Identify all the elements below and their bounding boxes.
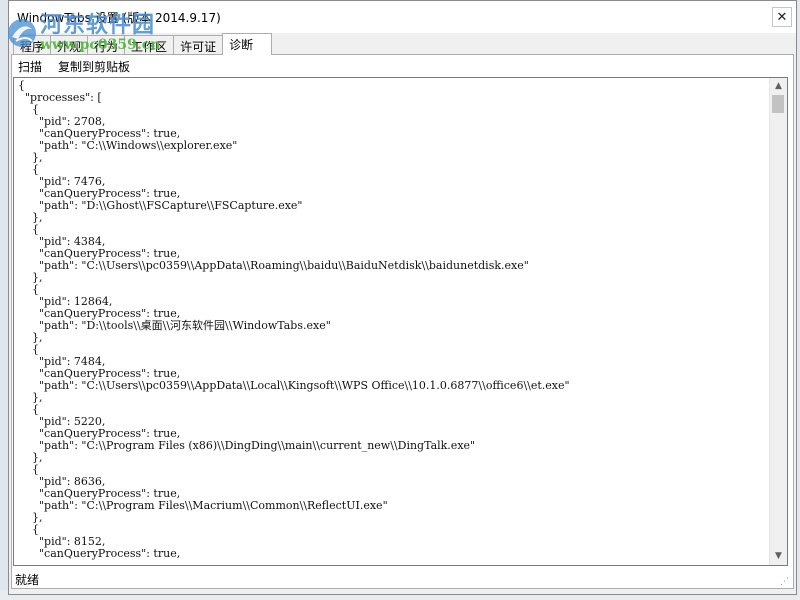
status-bar: 就绪 ⋰ [14, 569, 789, 588]
close-button[interactable]: ✕ [772, 7, 792, 27]
tab-strip: 程序 外观 行为 工作区 许可证 诊断 [13, 33, 273, 55]
chevron-down-icon[interactable]: ▼ [770, 548, 787, 565]
tab-programs[interactable]: 程序 [13, 35, 52, 55]
tab-diagnostics[interactable]: 诊断 [222, 33, 273, 55]
scan-button[interactable]: 扫描 [16, 57, 44, 76]
tab-appearance[interactable]: 外观 [50, 35, 89, 55]
title-bar[interactable]: WindowTabs 设置 (版本 2014.9.17) ✕ [9, 1, 796, 33]
vertical-scrollbar[interactable]: ▲ ▼ [769, 78, 787, 565]
tab-behavior[interactable]: 行为 [87, 35, 126, 55]
close-icon: ✕ [776, 9, 788, 25]
diagnostics-json-text: { "processes": [ { "pid": 2708, "canQuer… [18, 79, 570, 560]
diagnostics-toolbar: 扫描 复制到剪贴板 [16, 57, 132, 76]
copy-to-clipboard-button[interactable]: 复制到剪贴板 [56, 57, 132, 76]
status-text: 就绪 [15, 573, 40, 587]
settings-window: WindowTabs 设置 (版本 2014.9.17) ✕ 程序 外观 行为 … [8, 0, 797, 595]
resize-grip-icon[interactable]: ⋰ [777, 576, 789, 588]
scrollbar-thumb[interactable] [772, 95, 784, 113]
tab-license[interactable]: 许可证 [173, 35, 224, 55]
window-title: WindowTabs 设置 (版本 2014.9.17) [17, 11, 221, 25]
tab-workspace[interactable]: 工作区 [124, 35, 175, 55]
chevron-up-icon[interactable]: ▲ [770, 78, 787, 95]
diagnostics-panel: 扫描 复制到剪贴板 { "processes": [ { "pid": 2708… [11, 54, 794, 589]
diagnostics-textbox[interactable]: { "processes": [ { "pid": 2708, "canQuer… [13, 77, 788, 566]
